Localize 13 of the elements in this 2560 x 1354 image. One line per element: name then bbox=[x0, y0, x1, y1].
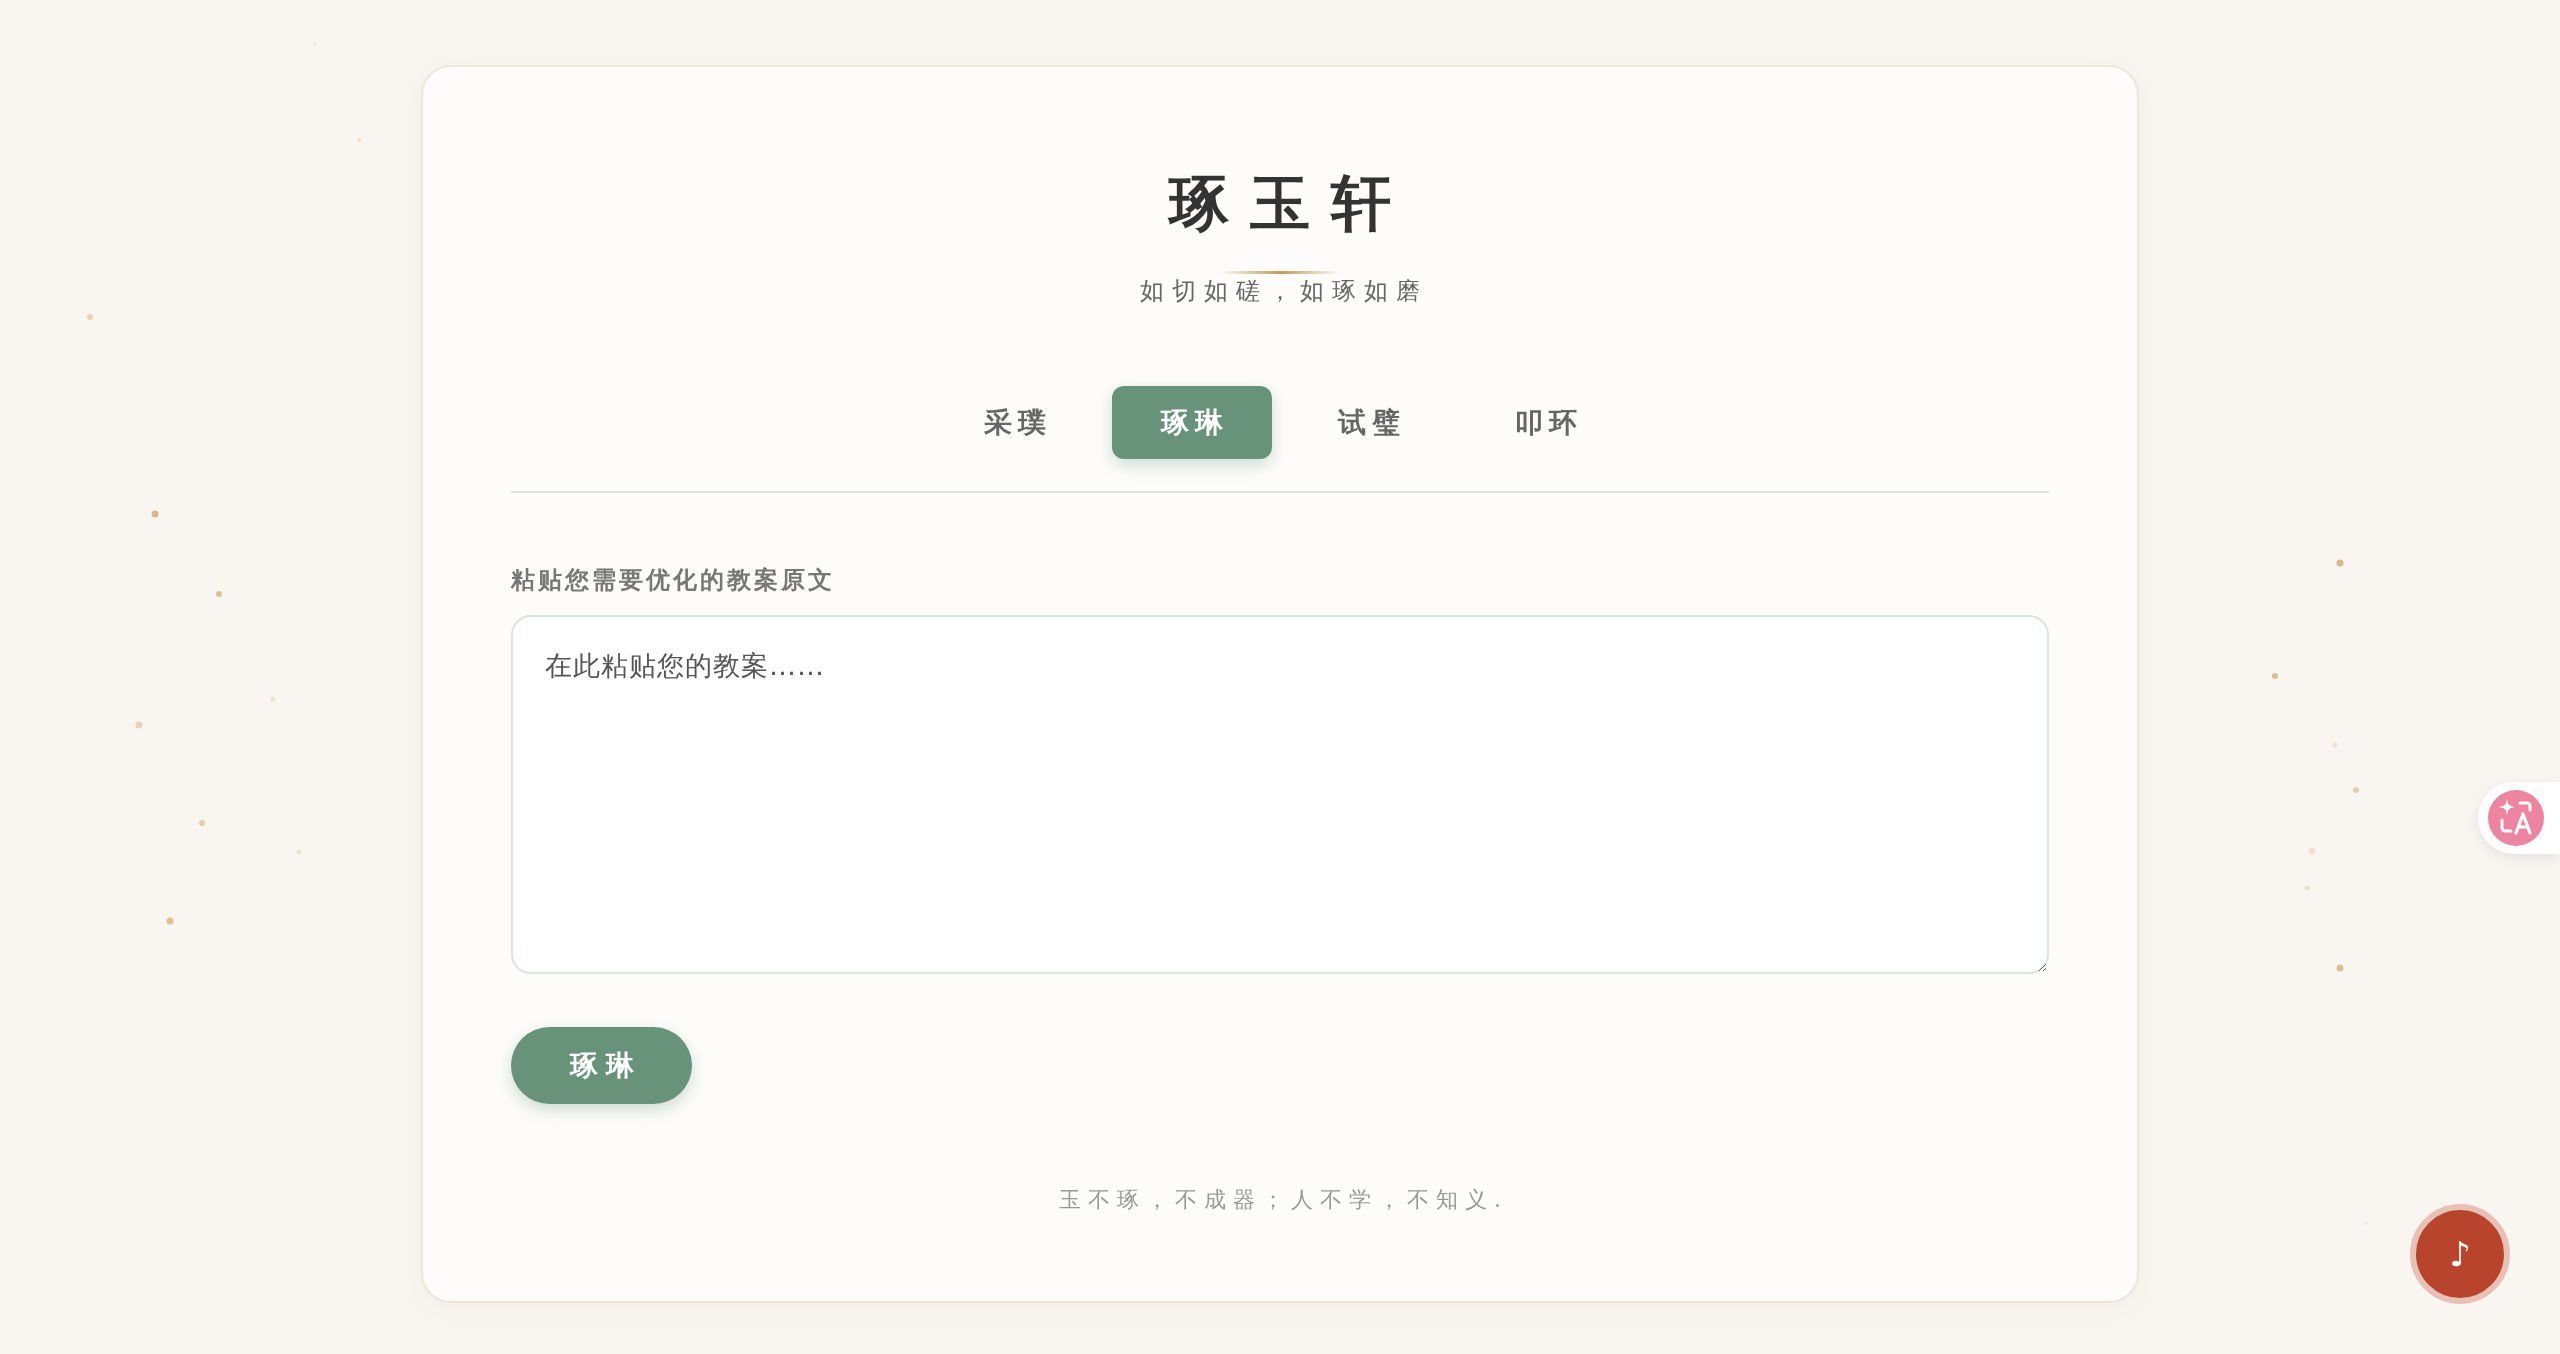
field-label: 粘贴您需要优化的教案原文 bbox=[511, 565, 835, 596]
music-button[interactable]: ♪ bbox=[2410, 1204, 2510, 1304]
footer-quote: 玉不琢，不成器；人不学，不知义. bbox=[1058, 1186, 1508, 1214]
tab[interactable]: 采璞 bbox=[934, 386, 1095, 459]
text-input[interactable]: 在此粘贴您的教案…… bbox=[511, 615, 2049, 974]
submit-button[interactable]: 琢琳 bbox=[511, 1027, 692, 1104]
tab[interactable]: 琢琳 bbox=[1111, 386, 1272, 459]
page-title: 琢玉轩 bbox=[1166, 167, 1412, 239]
tab[interactable]: 试璧 bbox=[1288, 386, 1449, 459]
subtitle: 如切如磋，如琢如磨 bbox=[1139, 276, 1428, 307]
translate-icon bbox=[2488, 790, 2544, 846]
translate-button[interactable] bbox=[2478, 782, 2560, 854]
tab[interactable]: 叩环 bbox=[1465, 386, 1626, 459]
